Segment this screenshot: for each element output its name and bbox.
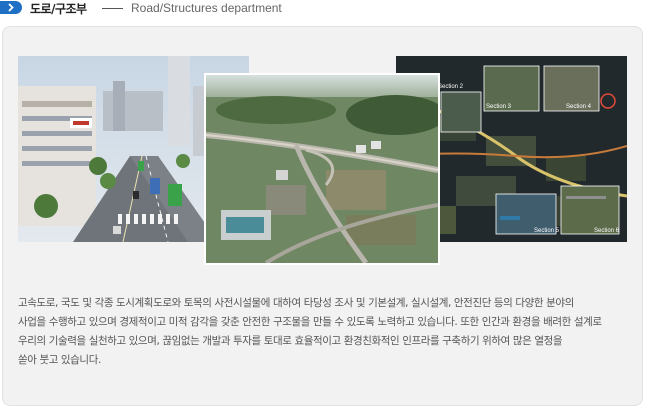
section-6-label: Section 6 <box>594 228 620 234</box>
chevron-right-icon <box>8 3 14 12</box>
section-2-label: Section 2 <box>438 84 464 90</box>
page-subtitle: Road/Structures department <box>131 1 282 15</box>
page-title: 도로/구조부 <box>30 2 87 16</box>
header-badge <box>0 1 22 14</box>
section-header: 도로/구조부 Road/Structures department <box>0 0 645 18</box>
aerial-interchange-photo <box>206 75 438 263</box>
description-text: 고속도로, 국도 및 각종 도시계획도로와 토목의 사전시설물에 대하여 타당성… <box>18 297 602 366</box>
section-5-label: Section 5 <box>534 228 560 234</box>
section-4-label: Section 4 <box>566 104 592 110</box>
header-divider <box>102 8 123 9</box>
section-3-label: Section 3 <box>486 104 512 110</box>
